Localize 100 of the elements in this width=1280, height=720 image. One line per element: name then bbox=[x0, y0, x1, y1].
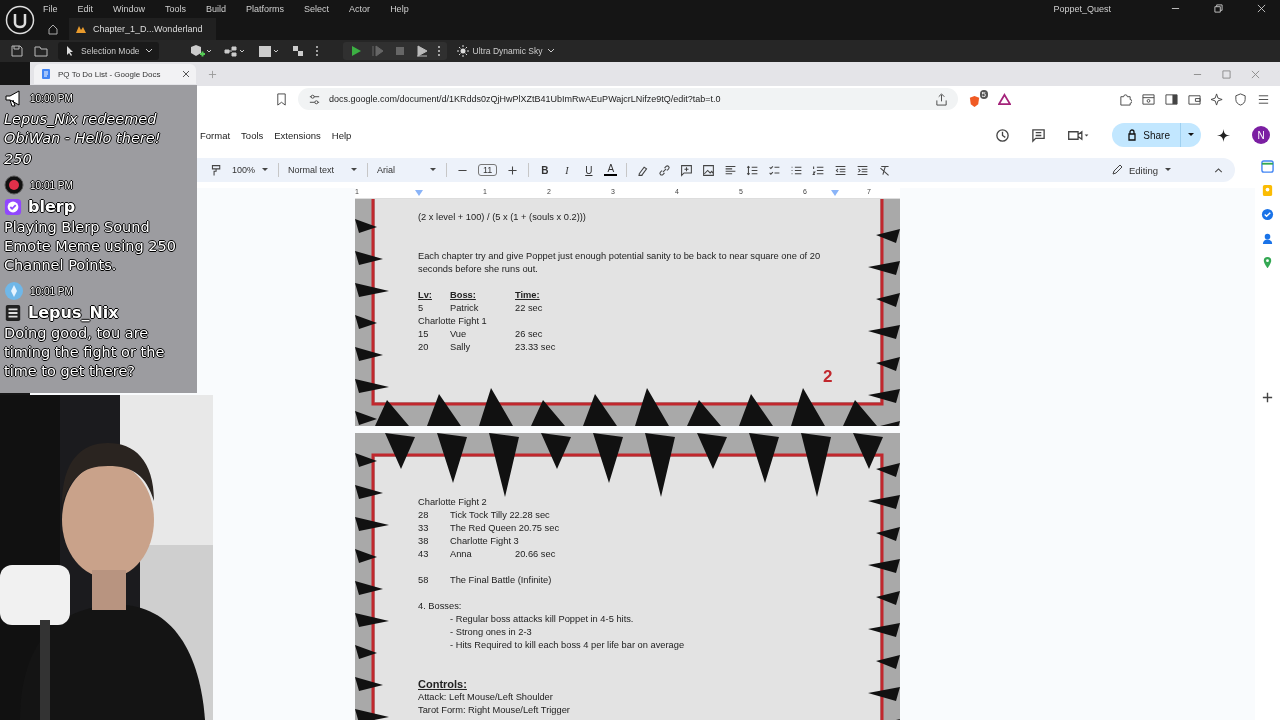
line-spacing-icon[interactable] bbox=[746, 163, 760, 177]
eject-icon[interactable] bbox=[414, 44, 429, 58]
format-button[interactable]: B bbox=[538, 164, 552, 176]
menu-item[interactable]: Help bbox=[331, 129, 352, 141]
indent-increase-icon[interactable] bbox=[856, 163, 870, 177]
save-icon[interactable] bbox=[10, 44, 24, 58]
zoom-dropdown[interactable]: 100% bbox=[232, 165, 270, 175]
lion-shield-icon bbox=[968, 95, 981, 108]
puzzle-icon[interactable] bbox=[1119, 92, 1132, 106]
table-cell-text: Vue bbox=[450, 328, 468, 341]
table-cell: 22 sec bbox=[515, 302, 543, 315]
chat-message: Lepus_Nix redeemed ObiWan - Hello there! bbox=[4, 110, 162, 148]
caret-icon bbox=[261, 166, 270, 174]
history-icon[interactable] bbox=[995, 127, 1011, 143]
comment-icon[interactable] bbox=[1031, 127, 1047, 143]
table-cell-text: 20 bbox=[418, 341, 430, 354]
caret-icon bbox=[546, 47, 555, 55]
browser-tab[interactable]: PQ To Do List - Google Docs bbox=[34, 64, 196, 84]
blueprint-icon[interactable] bbox=[222, 44, 247, 58]
account-avatar[interactable]: N bbox=[1252, 126, 1270, 144]
bookmark-icon[interactable] bbox=[275, 92, 288, 106]
share-icon[interactable] bbox=[935, 92, 948, 106]
indent-decrease-icon[interactable] bbox=[834, 163, 848, 177]
table-cell-text: Lv: bbox=[418, 289, 433, 302]
menu-item[interactable]: Select bbox=[304, 3, 330, 14]
sidebar-icon[interactable] bbox=[1165, 92, 1178, 106]
mode-dropdown[interactable]: Selection Mode bbox=[58, 42, 159, 60]
site-settings-icon[interactable] bbox=[308, 92, 321, 106]
menu-item[interactable]: Window bbox=[113, 3, 146, 14]
menu-item[interactable]: Tools bbox=[241, 129, 264, 141]
sky-dropdown[interactable]: Ultra Dynamic Sky bbox=[456, 45, 555, 57]
paragraph: 4. Bosses: bbox=[418, 600, 462, 613]
numbered-list-icon[interactable] bbox=[812, 163, 826, 177]
menu-item[interactable]: File bbox=[43, 3, 58, 14]
sparkle-icon[interactable] bbox=[1216, 127, 1231, 143]
shield-button[interactable]: 5 bbox=[968, 90, 988, 108]
points-cost: 250 bbox=[4, 150, 33, 169]
window-search-icon[interactable] bbox=[1142, 92, 1155, 106]
paragraph: Each chapter try and give Poppet just enough potential sanity to be back to near square one of 20 seconds before she runs out. bbox=[418, 250, 822, 276]
home-icon[interactable] bbox=[47, 22, 59, 35]
format-button[interactable]: A bbox=[604, 164, 618, 176]
paragraph: Tarot Form: Right Mouse/Left Trigger bbox=[418, 704, 570, 717]
sparkle-icon[interactable] bbox=[1211, 92, 1224, 106]
caret-icon bbox=[429, 166, 438, 174]
menu-item[interactable]: Platforms bbox=[246, 3, 285, 14]
font-dropdown[interactable]: Arial bbox=[377, 165, 438, 175]
menu-item[interactable]: Help bbox=[390, 3, 409, 14]
menu-icon[interactable] bbox=[1257, 92, 1270, 106]
map-pin-icon[interactable] bbox=[1261, 256, 1274, 269]
font-size-field[interactable]: 11 bbox=[478, 164, 498, 176]
tasks-icon[interactable] bbox=[1261, 208, 1274, 221]
build-icon[interactable] bbox=[290, 44, 305, 58]
menu-item[interactable]: Extensions bbox=[274, 129, 321, 141]
link-icon[interactable] bbox=[658, 163, 672, 177]
menu-item[interactable]: Tools bbox=[165, 3, 187, 14]
format-button[interactable]: I bbox=[560, 164, 574, 176]
table-cell-text: Sally bbox=[450, 341, 472, 354]
shield-icon[interactable] bbox=[1234, 92, 1247, 106]
calendar-icon[interactable] bbox=[1261, 160, 1274, 173]
image-icon[interactable] bbox=[702, 163, 716, 177]
pencil-icon bbox=[1111, 164, 1123, 176]
wallet-icon[interactable] bbox=[1188, 92, 1201, 106]
engine-logo-icon[interactable] bbox=[5, 5, 35, 35]
menu-item[interactable]: Format bbox=[200, 129, 231, 141]
clapperboard-icon[interactable] bbox=[256, 44, 281, 58]
menu-item[interactable]: Edit bbox=[77, 3, 94, 14]
user-name: blerp bbox=[28, 197, 76, 216]
caret-icon bbox=[144, 47, 153, 55]
verified-badge-icon bbox=[4, 197, 22, 216]
add-actor-icon[interactable] bbox=[188, 44, 213, 58]
caret-icon bbox=[350, 166, 359, 174]
contacts-icon[interactable] bbox=[1261, 232, 1274, 245]
table-cell: 20.66 sec bbox=[515, 548, 556, 561]
share-menu-button[interactable] bbox=[1180, 123, 1201, 147]
user-avatar bbox=[4, 281, 24, 301]
page-number: 2 bbox=[823, 367, 833, 387]
plus-icon[interactable] bbox=[506, 163, 520, 177]
paint-format-icon[interactable] bbox=[210, 163, 223, 177]
restore-icon[interactable] bbox=[1214, 4, 1223, 13]
checklist-icon[interactable] bbox=[768, 163, 782, 177]
menu-item[interactable]: Actor bbox=[349, 3, 371, 14]
clear-formatting-icon[interactable] bbox=[878, 163, 892, 177]
more-icon[interactable] bbox=[314, 44, 319, 58]
plus-icon[interactable] bbox=[1261, 391, 1274, 404]
close-tab-icon[interactable] bbox=[182, 70, 190, 78]
folder-icon[interactable] bbox=[34, 44, 48, 58]
add-comment-icon[interactable] bbox=[680, 163, 694, 177]
close-icon[interactable] bbox=[1257, 4, 1266, 13]
format-button[interactable]: U bbox=[582, 164, 596, 176]
align-left-icon[interactable] bbox=[724, 163, 738, 177]
mode-dropdown[interactable]: Editing bbox=[1111, 164, 1191, 176]
share-button[interactable]: Share bbox=[1112, 123, 1180, 147]
menu-item[interactable]: Build bbox=[206, 3, 227, 14]
paragraph: (2 x level + 100) / (5 x (1 + (souls x 0.2))) bbox=[418, 211, 586, 224]
triangle-icon[interactable] bbox=[998, 92, 1011, 106]
user-name: Lepus_Nix bbox=[28, 303, 119, 322]
more-icon[interactable] bbox=[436, 44, 441, 58]
style-dropdown[interactable]: Normal text bbox=[288, 165, 359, 175]
address-bar[interactable]: docs.google.com/document/d/1KRdds0zQjHwPlXZtB41UbImRwAEuPWajcrLNifze9tQ/edit?tab=t.0 bbox=[298, 88, 958, 110]
level-tab[interactable]: Chapter_1_D...Wonderland bbox=[69, 17, 217, 40]
